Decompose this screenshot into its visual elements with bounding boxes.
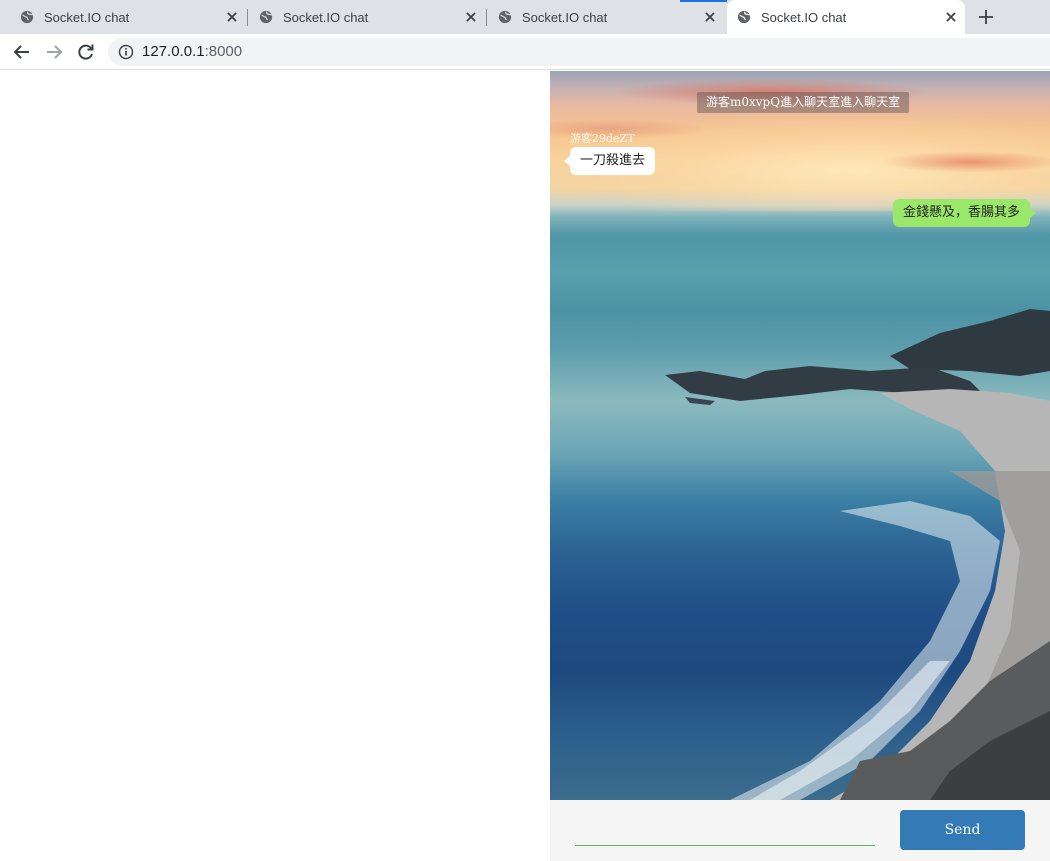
close-icon[interactable] xyxy=(943,9,959,25)
new-tab-icon[interactable] xyxy=(977,8,995,26)
forward-icon[interactable] xyxy=(44,42,64,62)
globe-icon xyxy=(20,10,34,24)
tab-3[interactable]: Socket.IO chat xyxy=(478,0,724,34)
incoming-message-bubble: 一刀殺進去 xyxy=(563,147,656,175)
tab-1[interactable]: Socket.IO chat xyxy=(0,0,246,34)
close-icon[interactable] xyxy=(702,9,718,25)
tab-2[interactable]: Socket.IO chat xyxy=(239,0,485,34)
address-bar[interactable]: 127.0.0.1:8000 xyxy=(108,38,1050,66)
close-icon[interactable] xyxy=(224,9,240,25)
outgoing-message-bubble: 金錢懸及，香腸其多 xyxy=(892,199,1037,227)
globe-icon xyxy=(498,10,512,24)
close-icon[interactable] xyxy=(463,9,479,25)
system-notice: 游客m0xvpQ進入聊天室進入聊天室 xyxy=(697,92,910,113)
url-text: 127.0.0.1:8000 xyxy=(142,44,242,60)
chat-background xyxy=(550,71,1050,800)
message-sender: 游客29deZT xyxy=(570,132,635,145)
message-composer: Send xyxy=(550,800,1050,861)
tab-4-active[interactable]: Socket.IO chat xyxy=(727,0,965,34)
tab-strip: Socket.IO chat Socket.IO chat Socket.IO … xyxy=(0,0,1050,34)
info-icon[interactable] xyxy=(118,44,134,60)
globe-icon xyxy=(259,10,273,24)
beach-scene xyxy=(665,309,1050,800)
loading-indicator xyxy=(680,0,727,2)
tab-title: Socket.IO chat xyxy=(44,10,130,25)
blank-area xyxy=(0,71,550,861)
message-input[interactable] xyxy=(575,824,875,846)
browser-toolbar: 127.0.0.1:8000 xyxy=(0,34,1050,70)
tab-title: Socket.IO chat xyxy=(522,10,608,25)
globe-icon xyxy=(737,10,751,24)
send-button[interactable]: Send xyxy=(900,810,1025,850)
chat-panel: 游客m0xvpQ進入聊天室進入聊天室 游客29deZT 一刀殺進去 金錢懸及，香… xyxy=(550,71,1050,861)
url-port: :8000 xyxy=(204,43,243,60)
tab-title: Socket.IO chat xyxy=(761,10,847,25)
reload-icon[interactable] xyxy=(76,42,96,62)
tab-title: Socket.IO chat xyxy=(283,10,369,25)
url-host: 127.0.0.1 xyxy=(142,43,205,60)
back-icon[interactable] xyxy=(12,42,32,62)
